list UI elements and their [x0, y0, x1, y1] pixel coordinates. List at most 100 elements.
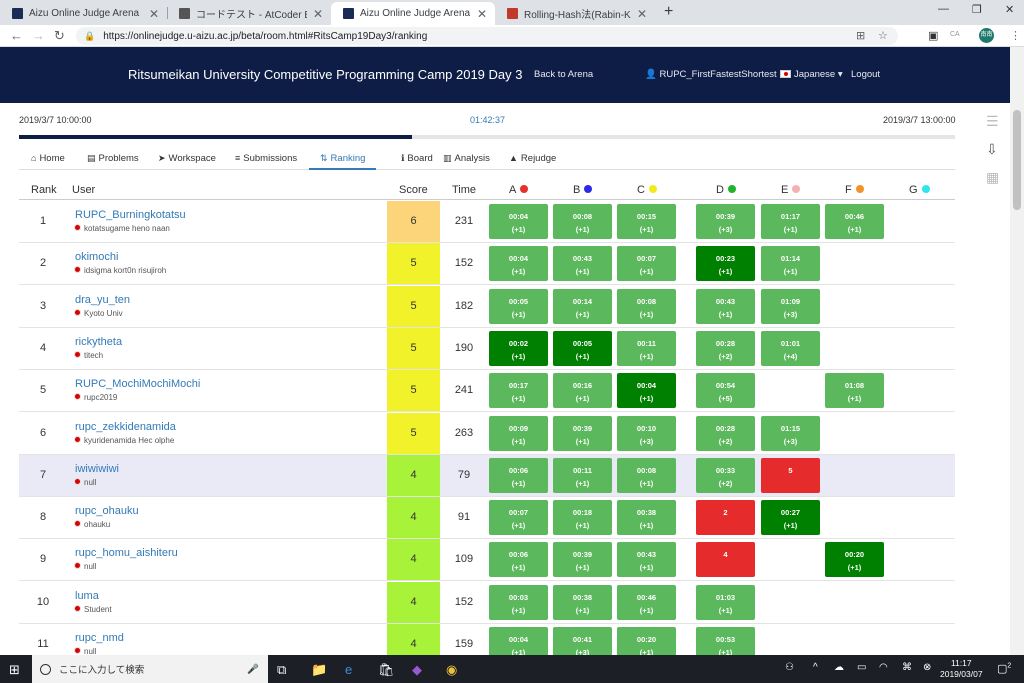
reload-icon[interactable]: ↻ — [54, 28, 65, 44]
tab-close-icon[interactable]: ✕ — [477, 7, 487, 21]
tab-analysis[interactable]: ▥ Analysis — [443, 153, 490, 164]
problem-header-c[interactable]: C — [637, 184, 657, 196]
task-view-icon[interactable]: ⧉ — [277, 662, 286, 678]
submission-cell[interactable]: 00:03 (+1) — [489, 584, 548, 620]
minimize-icon[interactable]: — — [938, 3, 949, 15]
tab-close-icon[interactable]: ✕ — [149, 7, 159, 21]
network-icon[interactable]: ⌘ — [902, 662, 912, 673]
browser-tab[interactable]: Rolling-Hash法(Rabin-Karp法) - ✕ — [495, 2, 655, 25]
submission-cell[interactable]: 00:23 (+1) — [696, 246, 755, 282]
submission-cell[interactable]: 00:18 (+1) — [553, 500, 612, 536]
submission-cell[interactable]: 00:43 (+1) — [617, 542, 676, 578]
volume-icon[interactable]: ⊗ — [923, 662, 931, 673]
tab-close-icon[interactable]: ✕ — [313, 7, 323, 21]
submission-cell[interactable]: 2 — [696, 500, 755, 536]
grid-icon[interactable]: ▦ — [986, 169, 999, 186]
store-icon[interactable]: 🛍 — [378, 662, 395, 678]
user-link[interactable]: rupc_zekkidenamida — [75, 421, 176, 433]
problem-header-e[interactable]: E — [781, 184, 801, 196]
submission-cell[interactable]: 00:11 (+1) — [553, 457, 612, 493]
people-icon[interactable]: ⚇ — [785, 662, 794, 673]
submission-cell[interactable]: 00:17 (+1) — [489, 373, 548, 409]
submission-cell[interactable]: 00:39 (+1) — [553, 415, 612, 451]
submission-cell[interactable]: 5 — [761, 457, 820, 493]
restore-icon[interactable]: ❐ — [972, 3, 982, 16]
submission-cell[interactable]: 00:43 (+1) — [696, 288, 755, 324]
tab-submissions[interactable]: ≡ Submissions — [235, 153, 297, 164]
submission-cell[interactable]: 00:28 (+2) — [696, 415, 755, 451]
submission-cell[interactable]: 00:02 (+1) — [489, 330, 548, 366]
problem-header-b[interactable]: B — [573, 184, 593, 196]
submission-cell[interactable]: 00:05 (+1) — [553, 330, 612, 366]
tab-ranking[interactable]: ⇅ Ranking — [320, 153, 365, 164]
user-link[interactable]: rupc_nmd — [75, 632, 124, 644]
tab-board[interactable]: ℹ Board — [401, 153, 433, 164]
sort-icon[interactable]: ⇩ — [986, 141, 998, 158]
submission-cell[interactable]: 00:54 (+5) — [696, 373, 755, 409]
extension-ca-label[interactable]: CA — [950, 31, 960, 38]
submission-cell[interactable]: 01:09 (+3) — [761, 288, 820, 324]
submission-cell[interactable]: 00:04 (+1) — [489, 204, 548, 239]
problem-header-a[interactable]: A — [509, 184, 529, 196]
submission-cell[interactable]: 01:08 (+1) — [825, 373, 884, 409]
submission-cell[interactable]: 00:08 (+1) — [617, 288, 676, 324]
submission-cell[interactable]: 00:46 (+1) — [617, 584, 676, 620]
submission-cell[interactable]: 01:15 (+3) — [761, 415, 820, 451]
back-icon[interactable]: ← — [10, 28, 23, 43]
submission-cell[interactable]: 00:11 (+1) — [617, 330, 676, 366]
submission-cell[interactable]: 00:04 (+1) — [617, 373, 676, 409]
visual-studio-icon[interactable]: ◆ — [412, 662, 422, 678]
extension-icon[interactable]: ▣ — [928, 29, 938, 42]
submission-cell[interactable]: 00:15 (+1) — [617, 204, 676, 239]
submission-cell[interactable]: 00:43 (+1) — [553, 246, 612, 282]
submission-cell[interactable]: 00:38 (+1) — [617, 500, 676, 536]
user-link[interactable]: iwiwiwiwi — [75, 463, 119, 475]
problem-header-g[interactable]: G — [909, 184, 930, 196]
submission-cell[interactable]: 01:17 (+1) — [761, 204, 820, 239]
submission-cell[interactable]: 00:16 (+1) — [553, 373, 612, 409]
submission-cell[interactable]: 00:28 (+2) — [696, 330, 755, 366]
submission-cell[interactable]: 00:04 (+1) — [489, 246, 548, 282]
submission-cell[interactable]: 00:20 (+1) — [825, 542, 884, 578]
back-to-arena-link[interactable]: Back to Arena — [534, 69, 593, 80]
language-dropdown[interactable]: Japanese ▾ — [780, 69, 843, 80]
submission-cell[interactable]: 00:39 (+3) — [696, 204, 755, 239]
submission-cell[interactable]: 00:39 (+1) — [553, 542, 612, 578]
battery-icon[interactable]: ▭ — [857, 662, 866, 673]
submission-cell[interactable]: 00:08 (+1) — [553, 204, 612, 239]
submission-cell[interactable]: 00:38 (+1) — [553, 584, 612, 620]
chrome-icon[interactable]: ◉ — [446, 662, 457, 678]
list-icon[interactable]: ☰ — [986, 113, 999, 130]
url-input[interactable]: 🔒 https://onlinejudge.u-aizu.ac.jp/beta/… — [76, 27, 898, 45]
wifi-icon[interactable]: ◠ — [879, 662, 888, 673]
submission-cell[interactable]: 00:10 (+3) — [617, 415, 676, 451]
windows-start-icon[interactable]: ⊞ — [9, 662, 20, 678]
clock[interactable]: 11:17 2019/03/07 — [940, 658, 983, 680]
user-link[interactable]: RUPC_Burningkotatsu — [75, 209, 186, 221]
tab-workspace[interactable]: ➤ Workspace — [158, 153, 216, 164]
submission-cell[interactable]: 00:46 (+1) — [825, 204, 884, 239]
translate-icon[interactable]: ⊞ — [856, 29, 865, 42]
scrollbar-thumb[interactable] — [1013, 110, 1021, 210]
problem-header-f[interactable]: F — [845, 184, 864, 196]
taskbar-search[interactable]: ここに入力して検索 🎤 — [32, 655, 268, 683]
submission-cell[interactable]: 00:05 (+1) — [489, 288, 548, 324]
submission-cell[interactable]: 4 — [696, 542, 755, 578]
close-window-icon[interactable]: ✕ — [1005, 3, 1014, 16]
submission-cell[interactable]: 00:09 (+1) — [489, 415, 548, 451]
browser-tab[interactable]: Aizu Online Judge Arena ✕ — [331, 2, 495, 25]
tray-expand-icon[interactable]: ^ — [813, 662, 818, 673]
onedrive-icon[interactable]: ☁ — [834, 662, 844, 673]
user-link[interactable]: rickytheta — [75, 336, 122, 348]
submission-cell[interactable]: 00:07 (+1) — [489, 500, 548, 536]
browser-tab[interactable]: コードテスト - AtCoder Beginner Co ✕ — [167, 2, 331, 25]
edge-icon[interactable]: e — [345, 662, 352, 677]
microphone-icon[interactable]: 🎤 — [247, 664, 259, 675]
submission-cell[interactable]: 00:33 (+2) — [696, 457, 755, 493]
tab-home[interactable]: ⌂ Home — [31, 153, 65, 164]
file-explorer-icon[interactable]: 📁 — [311, 662, 327, 678]
submission-cell[interactable]: 00:06 (+1) — [489, 542, 548, 578]
user-link[interactable]: rupc_homu_aishiteru — [75, 547, 178, 559]
notification-icon[interactable]: ▢2 — [997, 662, 1011, 675]
submission-cell[interactable]: 00:14 (+1) — [553, 288, 612, 324]
